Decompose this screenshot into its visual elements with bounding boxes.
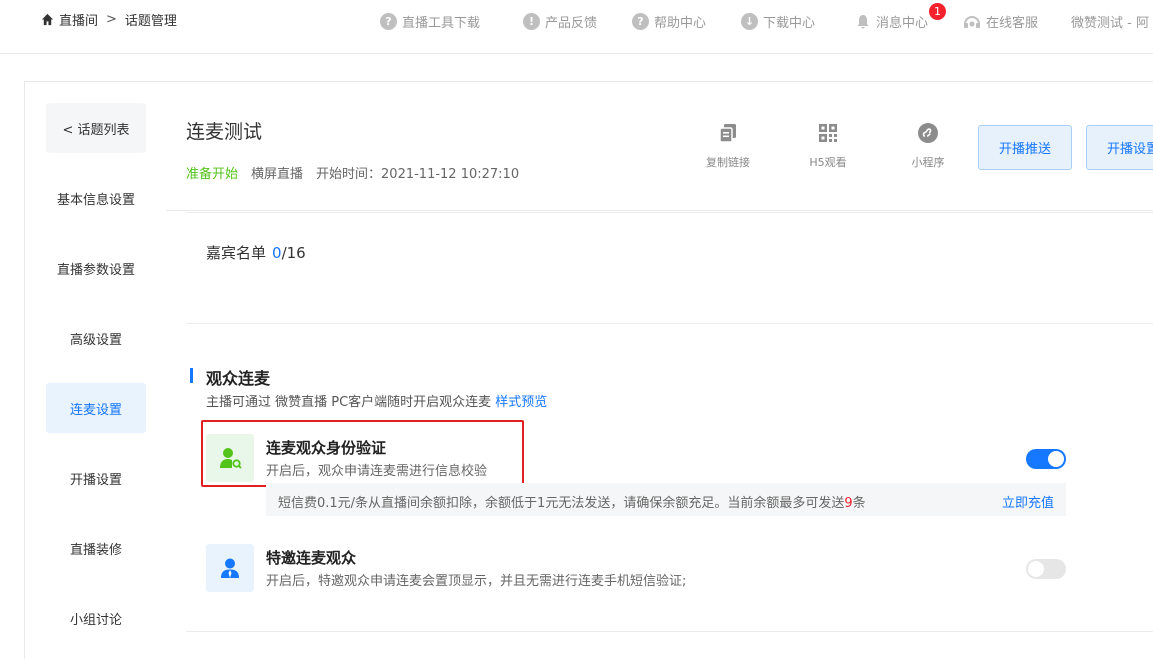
bell-icon (857, 15, 869, 29)
sms-fee-notice: 短信费0.1元/条从直播间余额扣除，余额低于1元无法发送，请确保余额充足。当前余… (266, 483, 1066, 516)
style-preview-link[interactable]: 样式预览 (495, 395, 547, 410)
live-mode: 横屏直播 (251, 167, 304, 182)
broadcast-push-button[interactable]: 开播推送 (978, 125, 1073, 170)
highlight-box (201, 420, 524, 487)
sidebar-item-advanced[interactable]: 高级设置 (46, 313, 146, 363)
divider (186, 631, 1153, 632)
mini-program-button[interactable]: 小程序 (893, 122, 963, 170)
identity-verify-toggle[interactable] (1026, 449, 1066, 469)
sidebar-item-live-params[interactable]: 直播参数设置 (46, 243, 146, 293)
sidebar-item-mic-settings[interactable]: 连麦设置 (46, 383, 146, 433)
message-center-link[interactable]: 消息中心 1 (856, 3, 946, 31)
toggle-knob (1048, 451, 1064, 467)
feedback-label: 产品反馈 (545, 16, 598, 31)
download-center-link[interactable]: ↓ 下载中心 (741, 12, 815, 31)
guest-list-label: 嘉宾名单 (206, 244, 267, 262)
main-panel: 连麦测试 准备开始 横屏直播 开始时间：2021-11-12 10:27:10 … (166, 81, 1153, 659)
copy-icon (719, 124, 736, 143)
toggle-knob (1028, 561, 1044, 577)
download-center-label: 下载中心 (763, 16, 816, 31)
tool-download-label: 直播工具下载 (402, 16, 481, 31)
session-title: 连麦测试 (186, 121, 263, 143)
headset-icon (964, 15, 980, 28)
sms-fee-text: 短信费0.1元/条从直播间余额扣除，余额低于1元无法发送，请确保余额充足。当前余… (278, 492, 866, 511)
section-title: 观众连麦 (206, 369, 271, 388)
guest-total: /16 (281, 244, 306, 262)
sidebar-item-group-discussion[interactable]: 小组讨论 (46, 593, 146, 643)
online-service-link[interactable]: 在线客服 (963, 12, 1038, 31)
recharge-link[interactable]: 立即充值 (1002, 492, 1054, 511)
h5-watch-button[interactable]: H5观看 (793, 122, 863, 170)
user-name: 微赞测试 - 阿 (1071, 16, 1149, 31)
session-meta: 准备开始 横屏直播 开始时间：2021-11-12 10:27:10 (186, 163, 519, 182)
vip-audience-desc: 开启后，特邀观众申请连麦会置顶显示，并且无需进行连麦手机短信验证; (266, 574, 687, 589)
exclamation-icon: ! (523, 13, 540, 30)
back-to-topic-list-button[interactable]: < 话题列表 (46, 103, 146, 153)
question-icon: ? (380, 13, 397, 30)
sms-remaining-count: 9 (844, 496, 853, 511)
vip-audience-toggle[interactable] (1026, 559, 1066, 579)
sms-fee-description: 短信费0.1元/条从直播间余额扣除，余额低于1元无法发送，请确保余额充足。当前余… (278, 496, 845, 511)
copy-link-label: 复制链接 (706, 156, 750, 169)
tool-download-link[interactable]: ? 直播工具下载 (380, 12, 480, 31)
guest-list-heading: 嘉宾名单 0/16 (206, 242, 306, 263)
message-badge: 1 (929, 3, 946, 20)
top-bar: 直播间 > 话题管理 ? 直播工具下载 ! 产品反馈 ? 帮助中心 ↓ 下载中心… (0, 0, 1153, 54)
help-center-link[interactable]: ? 帮助中心 (632, 12, 706, 31)
breadcrumb: 直播间 > 话题管理 (41, 10, 177, 29)
session-header: 连麦测试 准备开始 横屏直播 开始时间：2021-11-12 10:27:10 … (166, 82, 1153, 211)
qrcode-icon (819, 124, 837, 142)
h5-watch-label: H5观看 (809, 156, 847, 169)
sidebar-item-broadcast-settings[interactable]: 开播设置 (46, 453, 146, 503)
breadcrumb-root[interactable]: 直播间 (59, 10, 98, 29)
download-icon: ↓ (741, 13, 758, 30)
section-description-text: 主播可通过 微赞直播 PC客户端随时开启观众连麦 (206, 395, 492, 410)
sidebar-item-basic-info[interactable]: 基本信息设置 (46, 173, 146, 223)
mini-program-icon (918, 123, 938, 143)
divider (186, 212, 1153, 213)
breadcrumb-current: 话题管理 (124, 14, 177, 29)
copy-link-button[interactable]: 复制链接 (693, 122, 763, 170)
mini-program-label: 小程序 (911, 156, 945, 169)
status-badge: 准备开始 (186, 167, 239, 182)
breadcrumb-separator: > (106, 12, 117, 27)
sidebar-item-decoration[interactable]: 直播装修 (46, 523, 146, 573)
home-icon[interactable] (41, 13, 54, 26)
sms-unit: 条 (852, 496, 866, 511)
section-description: 主播可通过 微赞直播 PC客户端随时开启观众连麦 样式预览 (206, 391, 547, 410)
broadcast-settings-button[interactable]: 开播设置 (1086, 125, 1153, 170)
section-accent-bar (190, 368, 193, 383)
question-icon: ? (632, 13, 649, 30)
feedback-link[interactable]: ! 产品反馈 (523, 12, 597, 31)
vip-user-icon (206, 544, 254, 592)
online-service-label: 在线客服 (986, 16, 1039, 31)
sidebar: < 话题列表 基本信息设置 直播参数设置 高级设置 连麦设置 开播设置 直播装修… (24, 81, 167, 659)
message-center-label: 消息中心 (876, 16, 929, 31)
vip-audience-title: 特邀连麦观众 (266, 549, 357, 567)
help-center-label: 帮助中心 (654, 16, 707, 31)
divider (186, 323, 1153, 324)
user-menu[interactable]: 微赞测试 - 阿 (1071, 12, 1149, 31)
start-time: 开始时间：2021-11-12 10:27:10 (316, 167, 520, 182)
guest-count: 0 (272, 244, 282, 262)
